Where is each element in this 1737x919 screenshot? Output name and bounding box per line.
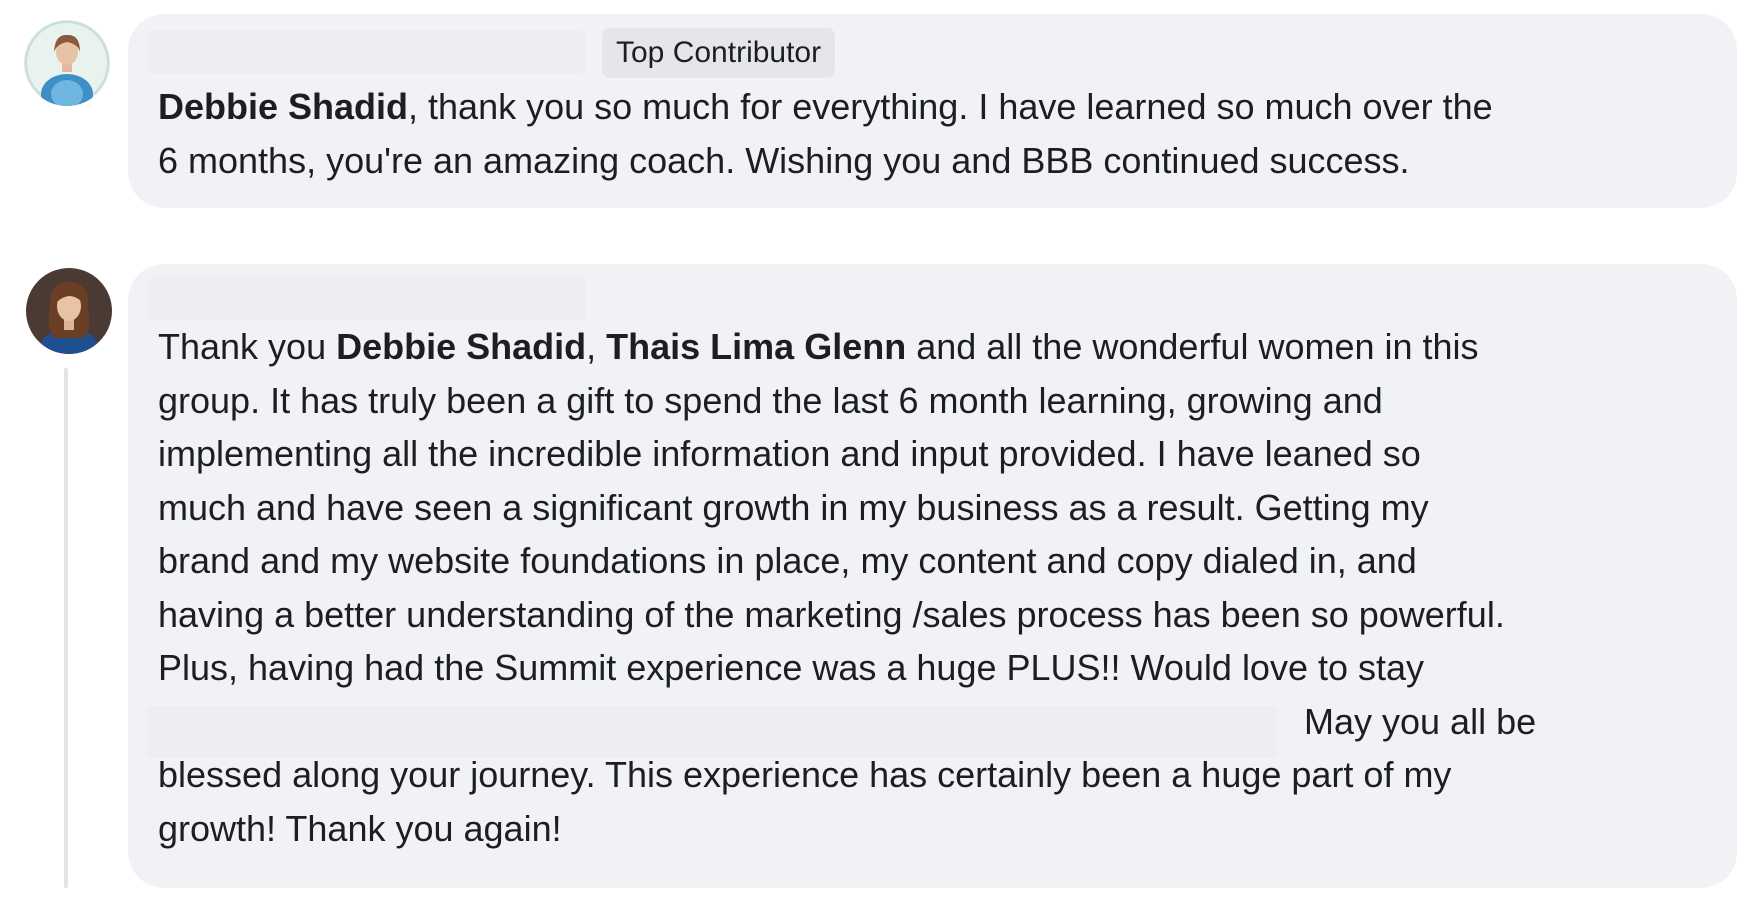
comment-text-line: blessed along your journey. This experie…: [158, 754, 1452, 795]
comment-text-line: May you all be: [1304, 700, 1537, 742]
comment-text-line: Plus, having had the Summit experience w…: [158, 647, 1425, 688]
mention-link[interactable]: Thais Lima Glenn: [606, 326, 906, 367]
commenter-avatar[interactable]: [24, 20, 110, 106]
top-contributor-badge: Top Contributor: [602, 28, 836, 78]
reply-thread-line: [64, 368, 68, 888]
redacted-author-name: [148, 30, 586, 74]
comment-text-separator: ,: [586, 326, 607, 367]
comment-bubble: Thank you Debbie Shadid, Thais Lima Glen…: [128, 264, 1737, 888]
comment-text: Thank you Debbie Shadid, Thais Lima Glen…: [158, 320, 1536, 855]
comment-text-prefix: Thank you: [158, 326, 337, 367]
reply-avatar[interactable]: [26, 268, 112, 354]
comment-text-line: having a better understanding of the mar…: [158, 593, 1505, 635]
comment-text-line: and all the wonderful women in this: [906, 326, 1479, 367]
redacted-author-name: [148, 276, 586, 320]
comment-text-line: 6 months, you're an amazing coach. Wishi…: [158, 139, 1410, 181]
comment-text-line: implementing all the incredible informat…: [158, 433, 1421, 474]
comment-text-line: group. It has truly been a gift to spend…: [158, 379, 1383, 421]
mention-link[interactable]: Debbie Shadid: [158, 86, 408, 127]
comment-text-line: much and have seen a significant growth …: [158, 486, 1429, 528]
comment-text-line: , thank you so much for everything. I ha…: [408, 86, 1493, 127]
mention-link[interactable]: Debbie Shadid: [336, 326, 586, 367]
comment-text: Debbie Shadid, thank you so much for eve…: [158, 80, 1493, 187]
comment-text-line: brand and my website foundations in plac…: [158, 540, 1417, 581]
avatar-image: [24, 20, 110, 106]
avatar-image: [26, 268, 112, 354]
comment-text-line: growth! Thank you again!: [158, 807, 562, 849]
comment-bubble: Top Contributor Debbie Shadid, thank you…: [128, 14, 1737, 208]
